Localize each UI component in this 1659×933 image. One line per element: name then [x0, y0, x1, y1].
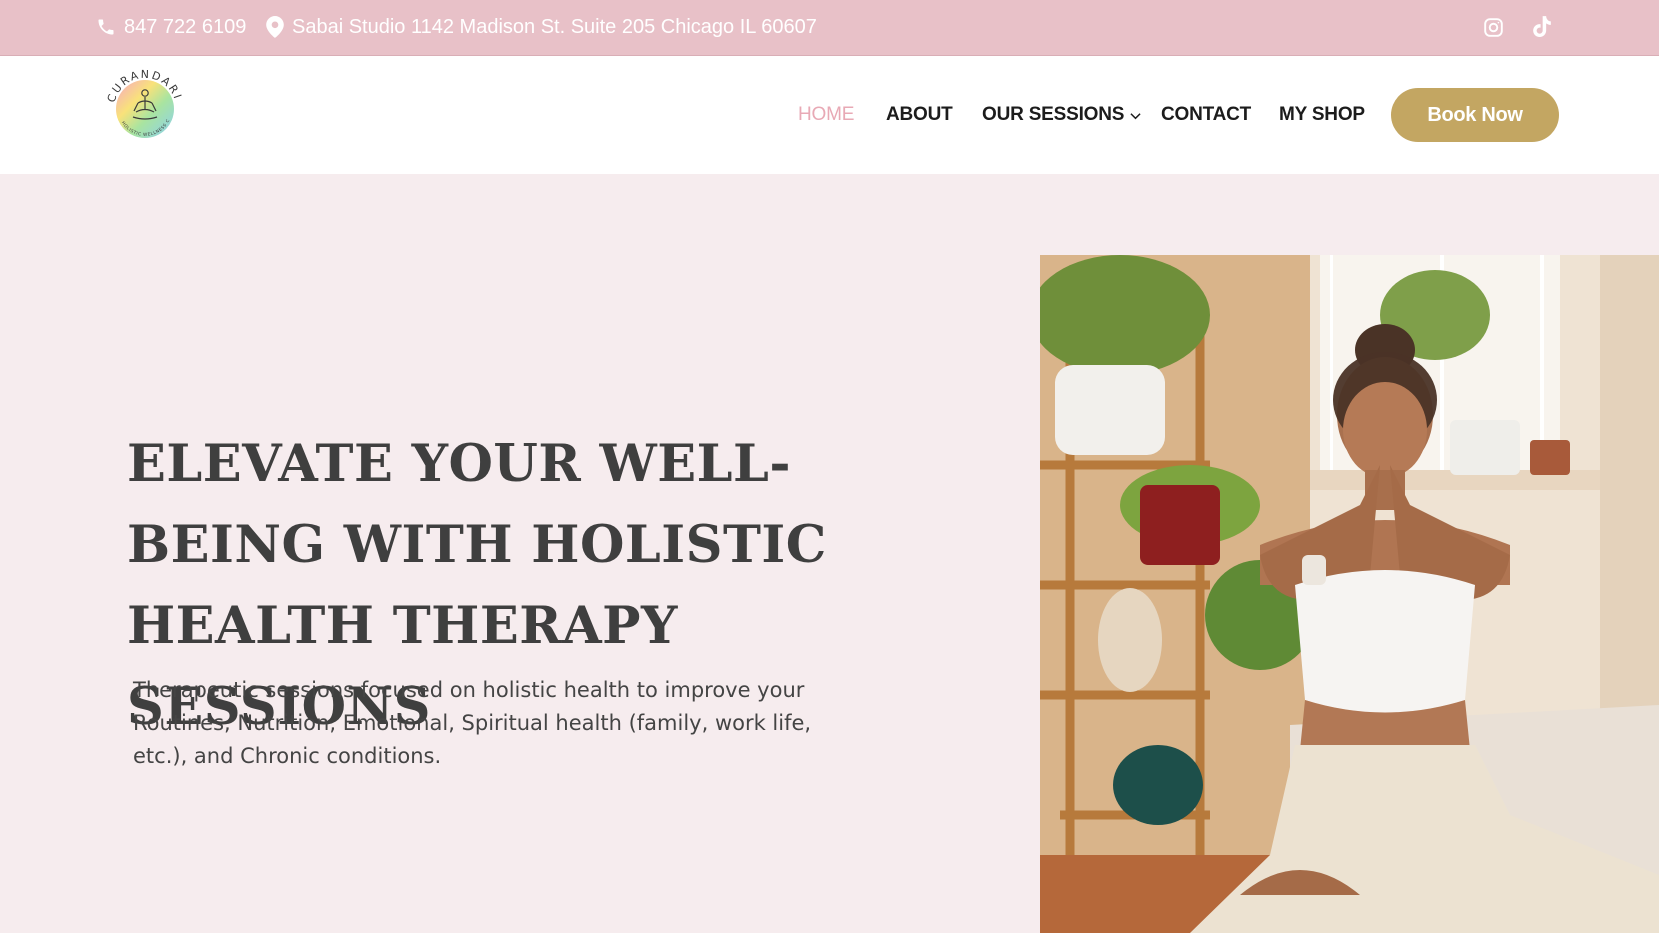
site-logo[interactable]: CURANDARI HOLISTIC WELLNESS COACH — [98, 59, 190, 153]
tiktok-icon[interactable] — [1530, 15, 1554, 39]
nav-our-sessions[interactable]: OUR SESSIONS — [982, 104, 1141, 126]
phone-number[interactable]: 847 722 6109 — [124, 16, 246, 39]
site-header: CURANDARI HOLISTIC WELLNESS COACH HOME A… — [0, 56, 1659, 174]
address-text[interactable]: Sabai Studio 1142 Madison St. Suite 205 … — [292, 16, 817, 39]
nav-about[interactable]: ABOUT — [886, 104, 953, 126]
phone-icon — [96, 17, 116, 37]
nav-home[interactable]: HOME — [798, 104, 854, 126]
hero-photo — [1040, 255, 1659, 933]
nav-our-sessions-label: OUR SESSIONS — [982, 104, 1125, 125]
book-now-button[interactable]: Book Now — [1391, 88, 1559, 142]
nav-my-shop[interactable]: MY SHOP — [1279, 104, 1365, 126]
chevron-down-icon — [1130, 104, 1141, 126]
address-link[interactable]: Sabai Studio 1142 Madison St. Suite 205 … — [266, 0, 817, 54]
nav-contact[interactable]: CONTACT — [1161, 104, 1251, 126]
phone-link[interactable]: 847 722 6109 — [96, 0, 246, 54]
hero-subtext: Therapeutic sessions focused on holistic… — [133, 678, 812, 768]
top-contact-bar: 847 722 6109 Sabai Studio 1142 Madison S… — [0, 0, 1659, 56]
map-pin-icon — [266, 16, 284, 38]
instagram-icon[interactable] — [1481, 15, 1505, 39]
